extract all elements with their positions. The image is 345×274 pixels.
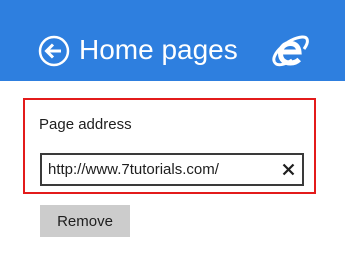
app-header: Home pages xyxy=(0,0,345,81)
page-address-input[interactable] xyxy=(48,155,268,184)
internet-explorer-logo-icon xyxy=(272,35,309,67)
back-arrow-circle-icon xyxy=(38,35,70,67)
back-button[interactable] xyxy=(38,35,70,67)
remove-button[interactable]: Remove xyxy=(40,205,130,237)
close-icon xyxy=(282,163,295,176)
clear-address-button[interactable] xyxy=(281,162,296,177)
page-title: Home pages xyxy=(79,34,238,65)
page-address-field[interactable] xyxy=(40,153,304,186)
page-address-label: Page address xyxy=(39,116,132,133)
